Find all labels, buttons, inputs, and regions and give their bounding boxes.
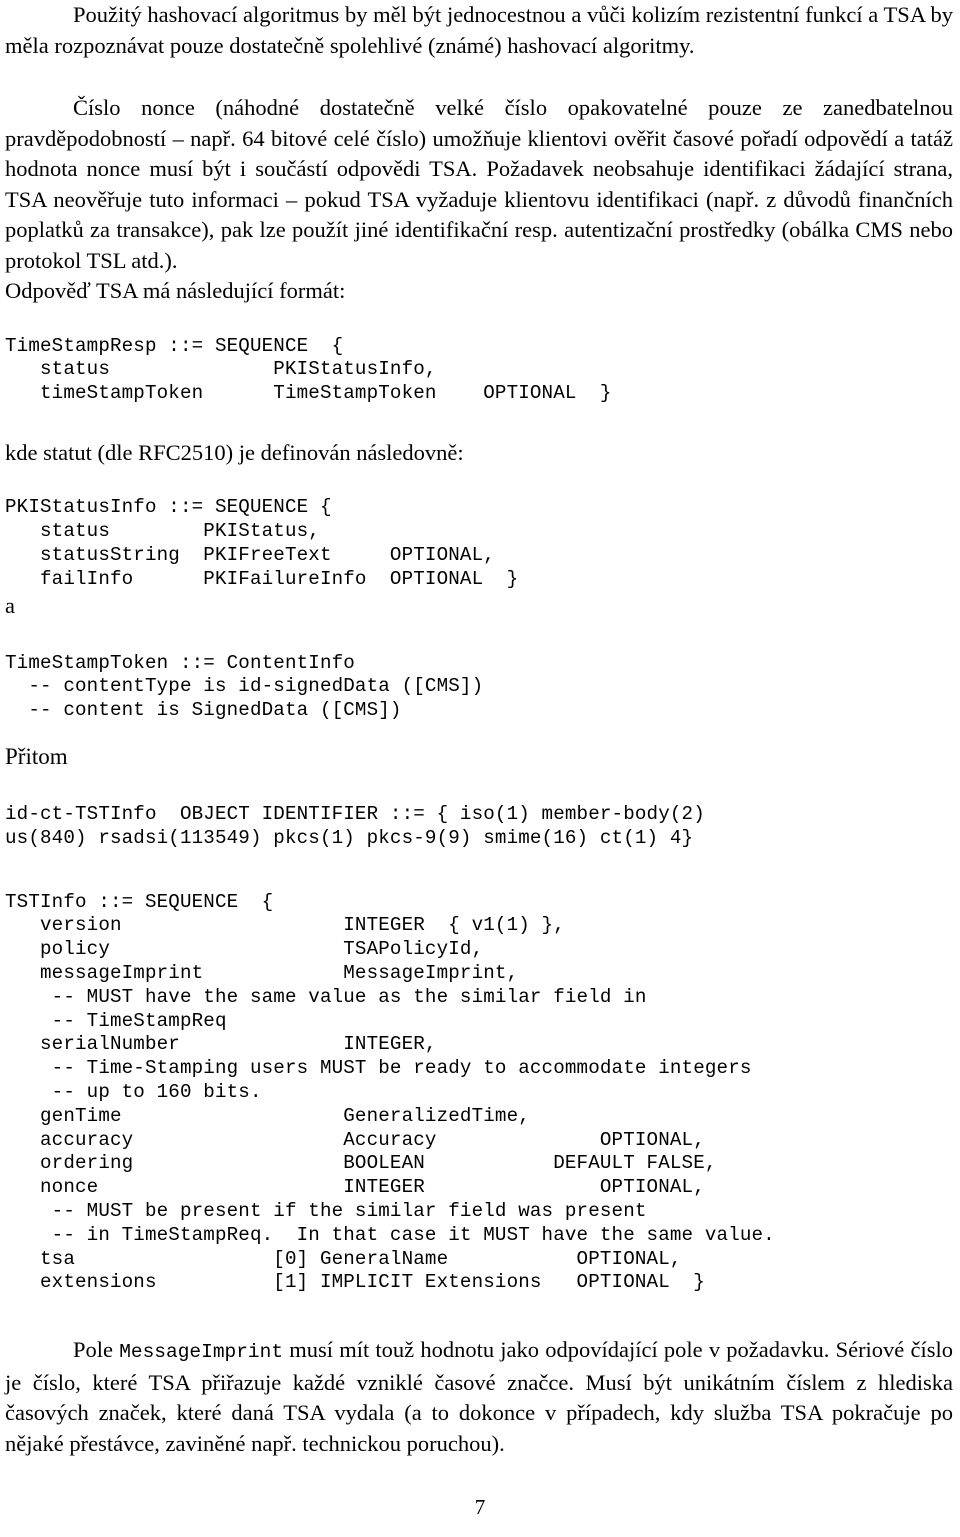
paragraph-response-format: Odpověď TSA má následující formát: [5, 278, 346, 303]
code-block-timestamp-token: TimeStampToken ::= ContentInfo -- conten… [5, 651, 484, 722]
document-page: Použitý hashovací algoritmus by měl být … [0, 0, 960, 1537]
code-block-timestamp-resp: TimeStampResp ::= SEQUENCE { status PKIS… [5, 334, 612, 405]
paragraph-kde-statut: kde statut (dle RFC2510) je definován ná… [5, 439, 464, 465]
code-block-tstinfo: TSTInfo ::= SEQUENCE { version INTEGER {… [5, 890, 775, 1294]
conjunction-a: a [5, 592, 15, 618]
label-pritom: Přitom [5, 743, 68, 769]
paragraph-message-imprint: Pole MessageImprint musí mít touž hodnot… [5, 1335, 953, 1459]
page-content: Použitý hashovací algoritmus by měl být … [5, 0, 953, 1459]
paragraph-hash-algorithm: Použitý hashovací algoritmus by měl být … [5, 2, 953, 58]
code-block-pki-status-info: PKIStatusInfo ::= SEQUENCE { status PKIS… [5, 496, 519, 590]
code-block-id-ct-tstinfo: id-ct-TSTInfo OBJECT IDENTIFIER ::= { is… [5, 802, 705, 849]
inline-code-message-imprint: MessageImprint [119, 1341, 284, 1364]
page-number: 7 [474, 1495, 486, 1519]
paragraph-lead-text: Pole [73, 1337, 120, 1363]
paragraph-nonce: Číslo nonce (náhodné dostatečně velké čí… [5, 95, 953, 273]
